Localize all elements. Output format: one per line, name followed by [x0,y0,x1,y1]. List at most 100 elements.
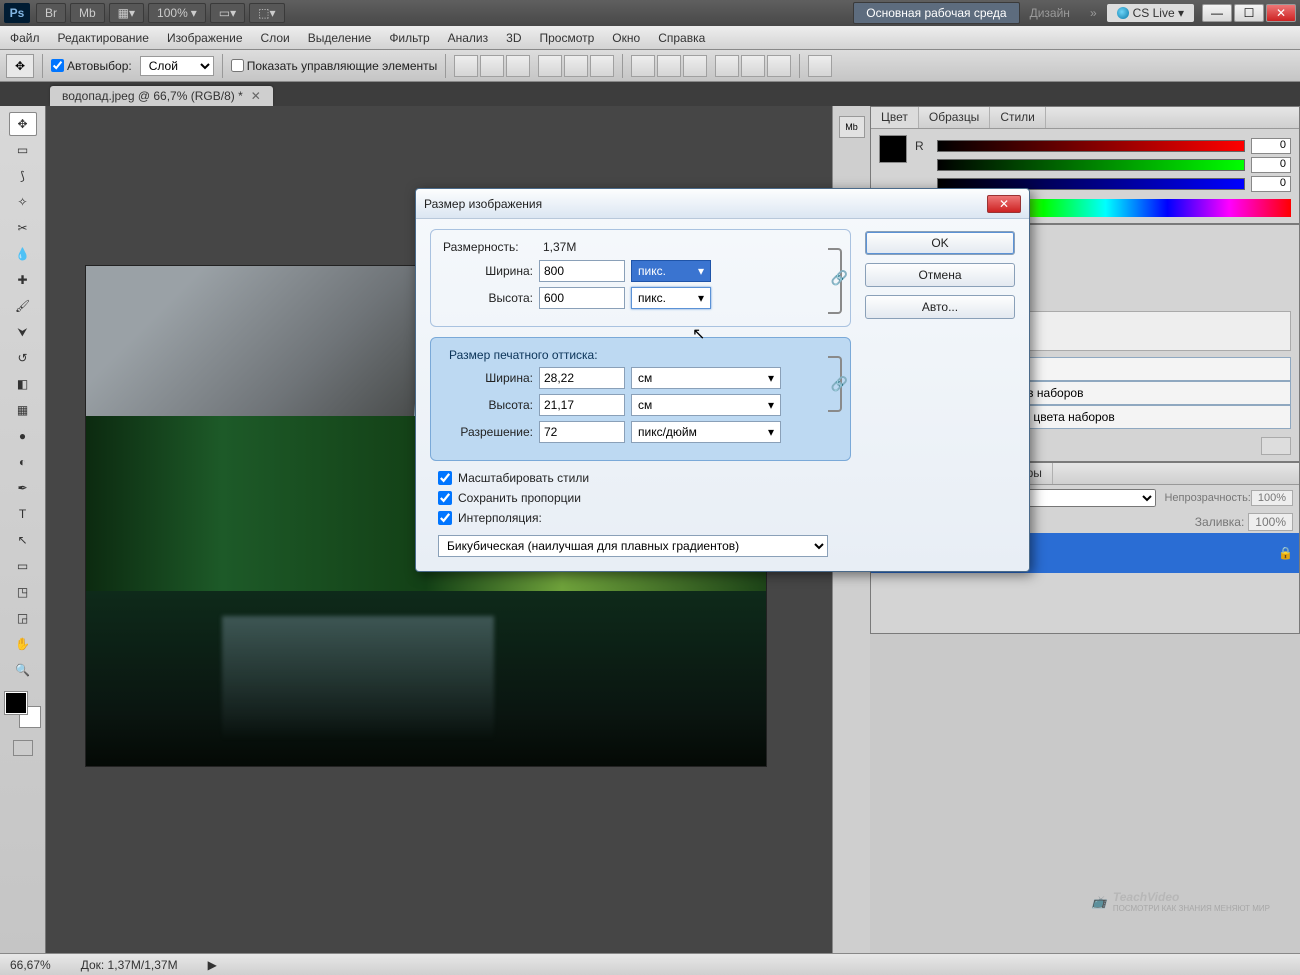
pixel-width-input[interactable] [539,260,625,282]
pen-tool[interactable]: ✒ [9,476,37,500]
g-slider[interactable] [937,159,1245,171]
blur-tool[interactable]: ● [9,424,37,448]
stamp-tool[interactable]: ⮟ [9,320,37,344]
menu-layer[interactable]: Слои [261,31,290,45]
workspace-button[interactable]: Основная рабочая среда [853,2,1019,24]
tab-styles[interactable]: Стили [990,107,1046,128]
fg-color-swatch[interactable] [5,692,27,714]
hand-tool[interactable]: ✋ [9,632,37,656]
constrain-link-icon[interactable]: 🔗 [831,376,848,393]
menu-window[interactable]: Окно [612,31,640,45]
r-slider[interactable] [937,140,1245,152]
minibridge-panel-icon[interactable]: Mb [839,116,865,138]
constrain-link-icon[interactable]: 🔗 [831,270,848,287]
type-tool[interactable]: T [9,502,37,526]
window-controls: — ☐ ✕ [1202,4,1296,22]
resolution-unit[interactable]: пикс/дюйм▾ [631,421,781,443]
autoselect-checkbox[interactable]: Автовыбор: [51,59,132,73]
move-tool[interactable]: ✥ [9,112,37,136]
status-bar: 66,67% Док: 1,37M/1,37M ▶ [0,953,1300,975]
interpolation-select[interactable]: Бикубическая (наилучшая для плавных град… [438,535,828,557]
print-width-input[interactable] [539,367,625,389]
wand-tool[interactable]: ✧ [9,190,37,214]
lasso-tool[interactable]: ⟆ [9,164,37,188]
status-zoom[interactable]: 66,67% [10,958,51,972]
menu-view[interactable]: Просмотр [539,31,594,45]
document-tab[interactable]: водопад.jpeg @ 66,7% (RGB/8) * ✕ [50,86,273,106]
app-bar: Ps Br Mb ▦▾ 100%▾ ▭▾ ⬚▾ Основная рабочая… [0,0,1300,26]
menu-edit[interactable]: Редактирование [58,31,149,45]
r-value[interactable]: 0 [1251,138,1291,154]
crop-tool[interactable]: ✂ [9,216,37,240]
eyedropper-tool[interactable]: 💧 [9,242,37,266]
3d-tool[interactable]: ◳ [9,580,37,604]
shape-tool[interactable]: ▭ [9,554,37,578]
document-tabs: водопад.jpeg @ 66,7% (RGB/8) * ✕ [0,82,1300,106]
pixel-height-input[interactable] [539,287,625,309]
quickmask-toggle[interactable] [13,740,33,756]
menu-file[interactable]: Файл [10,31,40,45]
image-size-dialog: Размер изображения ✕ Размерность: 1,37M … [415,188,1030,572]
zoom-level-button[interactable]: 100%▾ [148,3,206,23]
menu-analysis[interactable]: Анализ [448,31,489,45]
arrange-button[interactable]: ▭▾ [210,3,245,23]
g-value[interactable]: 0 [1251,157,1291,173]
design-workspace-label[interactable]: Дизайн [1030,6,1070,20]
tab-swatches[interactable]: Образцы [919,107,990,128]
extras-button[interactable]: ⬚▾ [249,3,284,23]
opacity-label: Непрозрачность: [1164,492,1250,504]
minimize-button[interactable]: — [1202,4,1232,22]
color-preview[interactable] [879,135,907,163]
more-workspaces[interactable]: » [1090,6,1097,20]
constrain-proportions-checkbox[interactable]: Сохранить пропорции [438,491,851,505]
tab-color[interactable]: Цвет [871,107,919,128]
menu-image[interactable]: Изображение [167,31,243,45]
adj-footer-btn-2[interactable] [1261,437,1291,455]
b-value[interactable]: 0 [1251,176,1291,192]
eraser-tool[interactable]: ◧ [9,372,37,396]
resolution-input[interactable] [539,421,625,443]
scale-styles-checkbox[interactable]: Масштабировать стили [438,471,851,485]
dialog-titlebar[interactable]: Размер изображения ✕ [416,189,1029,219]
history-brush-tool[interactable]: ↺ [9,346,37,370]
opacity-value[interactable]: 100% [1251,490,1293,506]
heal-tool[interactable]: ✚ [9,268,37,292]
ok-button[interactable]: OK [865,231,1015,255]
auto-button[interactable]: Авто... [865,295,1015,319]
bridge-button[interactable]: Br [36,3,66,23]
menu-help[interactable]: Справка [658,31,705,45]
fill-value[interactable]: 100% [1248,513,1293,531]
print-width-unit[interactable]: см▾ [631,367,781,389]
3d-camera-tool[interactable]: ◲ [9,606,37,630]
pixel-width-unit[interactable]: пикс.▾ [631,260,711,282]
cancel-button[interactable]: Отмена [865,263,1015,287]
print-size-group: Размер печатного оттиска: Ширина: см▾ Вы… [430,337,851,461]
close-tab-icon[interactable]: ✕ [251,89,261,103]
show-transform-checkbox[interactable]: Показать управляющие элементы [231,59,438,73]
print-height-unit[interactable]: см▾ [631,394,781,416]
brush-tool[interactable]: 🖌 [9,294,37,318]
cslive-button[interactable]: CS Live ▾ [1107,4,1194,22]
autoselect-target[interactable]: Слой [140,56,214,76]
color-swatches[interactable] [5,692,41,728]
dialog-close-button[interactable]: ✕ [987,195,1021,213]
dodge-tool[interactable]: ◐ [9,450,37,474]
status-more-icon[interactable]: ▶ [208,958,217,972]
maximize-button[interactable]: ☐ [1234,4,1264,22]
distribute-group-1 [631,55,707,77]
gradient-tool[interactable]: ▦ [9,398,37,422]
status-doc[interactable]: Док: 1,37M/1,37M [81,958,178,972]
pixel-height-unit[interactable]: пикс.▾ [631,287,711,309]
menu-3d[interactable]: 3D [506,31,521,45]
menu-select[interactable]: Выделение [308,31,372,45]
minibridge-button[interactable]: Mb [70,3,105,23]
screen-mode-button[interactable]: ▦▾ [109,3,144,23]
close-button[interactable]: ✕ [1266,4,1296,22]
menu-filter[interactable]: Фильтр [389,31,429,45]
move-tool-icon[interactable]: ✥ [6,54,34,78]
marquee-tool[interactable]: ▭ [9,138,37,162]
zoom-tool[interactable]: 🔍 [9,658,37,682]
path-tool[interactable]: ↖ [9,528,37,552]
resample-checkbox[interactable]: Интерполяция: [438,511,851,525]
print-height-input[interactable] [539,394,625,416]
